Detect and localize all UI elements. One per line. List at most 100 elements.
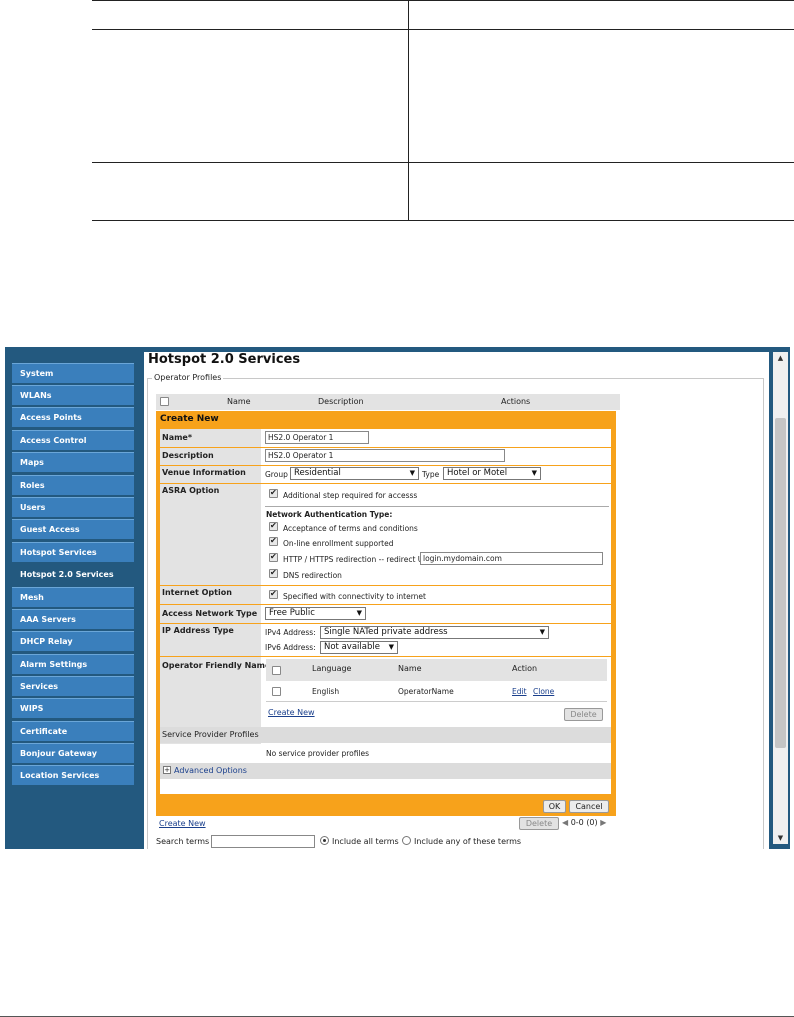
prev-page-icon[interactable]: ◀ [562,818,568,827]
friendly-delete-button[interactable]: Delete [564,708,603,721]
search-input[interactable] [211,835,315,848]
advanced-options-bar[interactable]: + Advanced Options [160,763,611,779]
chevron-down-icon: ▼ [409,469,415,477]
create-new-profile-link[interactable]: Create New [159,819,206,828]
sidebar-item-maps[interactable]: Maps [12,452,134,472]
sidebar-item-mesh[interactable]: Mesh [12,587,134,607]
table-column-divider [408,0,409,221]
sidebar-item-certificate[interactable]: Certificate [12,721,134,741]
redirect-checkbox[interactable] [269,552,278,562]
friendly-name-label: Operator Friendly Name [162,661,271,670]
sidebar-item-hotspot-2-0-services[interactable]: Hotspot 2.0 Services [12,564,134,584]
sidebar-item-guest-access[interactable]: Guest Access [12,519,134,539]
chevron-down-icon: ▼ [539,628,545,636]
terms-checkbox[interactable] [269,521,278,531]
chevron-down-icon: ▼ [531,469,537,477]
row-divider [160,585,611,586]
venue-label: Venue Information [162,468,246,477]
sidebar-item-location-services[interactable]: Location Services [12,765,134,785]
redirect-checkbox-label: HTTP / HTTPS redirection -- redirect URL… [283,555,436,564]
sidebar-item-access-control[interactable]: Access Control [12,430,134,450]
scroll-up-icon[interactable]: ▲ [773,352,788,364]
expand-icon[interactable]: + [163,766,171,774]
sidebar-item-bonjour-gateway[interactable]: Bonjour Gateway [12,743,134,763]
search-label: Search terms [156,837,210,846]
asra-checkbox[interactable] [269,488,278,498]
scrollbar-thumb[interactable] [775,418,786,748]
next-page-icon[interactable]: ▶ [600,818,606,827]
sidebar-item-roles[interactable]: Roles [12,475,134,495]
service-provider-title: Service Provider Profiles [162,730,259,739]
column-description: Description [318,397,364,406]
include-all-radio[interactable] [320,836,329,845]
create-new-title: Create New [160,414,219,424]
ipv4-select[interactable]: Single NATed private address ▼ [320,626,549,639]
terms-checkbox-label: Acceptance of terms and conditions [283,524,418,533]
internet-checkbox[interactable] [269,589,278,599]
document-table [92,0,794,221]
network-auth-heading: Network Authentication Type: [266,510,393,519]
delete-profiles-button[interactable]: Delete [519,817,559,830]
include-any-radio[interactable] [402,836,411,845]
access-network-select[interactable]: Free Public ▼ [265,607,366,620]
pager: ◀ 0-0 (0) ▶ [562,818,606,827]
column-friendly-name: Name [398,664,422,673]
select-all-checkbox[interactable] [160,397,169,406]
enrollment-checkbox-label: On-line enrollment supported [283,539,394,548]
clone-link[interactable]: Clone [533,687,554,696]
column-language: Language [312,664,352,673]
row-divider [160,483,611,484]
row-checkbox[interactable] [272,687,281,696]
row-divider [160,447,611,448]
separator [266,701,607,702]
ipv4-select-value: Single NATed private address [324,627,448,637]
sidebar-item-hotspot-services[interactable]: Hotspot Services [12,542,134,562]
sidebar-item-alarm-settings[interactable]: Alarm Settings [12,654,134,674]
scroll-down-icon[interactable]: ▼ [773,832,788,844]
profiles-table-header: Name Description Actions [156,394,620,410]
sidebar-item-wips[interactable]: WIPS [12,698,134,718]
no-service-provider-text: No service provider profiles [266,749,370,758]
asra-checkbox-label: Additional step required for accesss [283,491,418,500]
edit-link[interactable]: Edit [512,687,527,696]
ipv4-label: IPv4 Address: [265,628,316,637]
ok-button[interactable]: OK [543,800,566,813]
access-network-select-value: Free Public [269,608,315,618]
table-rule-top [92,0,794,1]
sidebar-item-users[interactable]: Users [12,497,134,517]
service-provider-section: Service Provider Profiles [160,727,611,743]
friendly-create-new-link[interactable]: Create New [268,708,315,717]
name-input[interactable]: HS2.0 Operator 1 [265,431,369,444]
ipv6-select[interactable]: Not available ▼ [320,641,398,654]
dns-checkbox[interactable] [269,568,278,578]
sidebar-item-system[interactable]: System [12,363,134,383]
row-divider [160,623,611,624]
advanced-options-link[interactable]: Advanced Options [174,766,247,775]
ipv6-label: IPv6 Address: [265,643,316,652]
sidebar-item-aaa-servers[interactable]: AAA Servers [12,609,134,629]
sidebar-item-wlans[interactable]: WLANs [12,385,134,405]
vertical-scrollbar[interactable]: ▲ ▼ [773,352,788,844]
table-rule [92,29,794,30]
friendly-select-all-checkbox[interactable] [272,666,281,675]
column-action: Action [512,664,538,673]
type-select-value: Hotel or Motel [447,468,508,478]
main-content: Hotspot 2.0 Services Operator Profiles N… [144,352,769,849]
type-select[interactable]: Hotel or Motel ▼ [443,467,541,480]
chevron-down-icon: ▼ [388,643,394,651]
redirect-url-input[interactable]: login.mydomain.com [420,552,603,565]
description-input[interactable]: HS2.0 Operator 1 [265,449,505,462]
group-select-value: Residential [294,468,341,478]
friendly-name-table-header: Language Name Action [266,659,607,681]
group-select[interactable]: Residential ▼ [290,467,419,480]
include-any-label: Include any of these terms [414,837,522,846]
sidebar-item-dhcp-relay[interactable]: DHCP Relay [12,631,134,651]
access-network-label: Access Network Type [162,609,258,618]
cancel-button[interactable]: Cancel [569,800,609,813]
dns-checkbox-label: DNS redirection [283,571,342,580]
sidebar-item-services[interactable]: Services [12,676,134,696]
page-title: Hotspot 2.0 Services [148,352,301,367]
sidebar-item-access-points[interactable]: Access Points [12,407,134,427]
enrollment-checkbox[interactable] [269,536,278,546]
table-row: English OperatorName Edit Clone [266,683,607,701]
